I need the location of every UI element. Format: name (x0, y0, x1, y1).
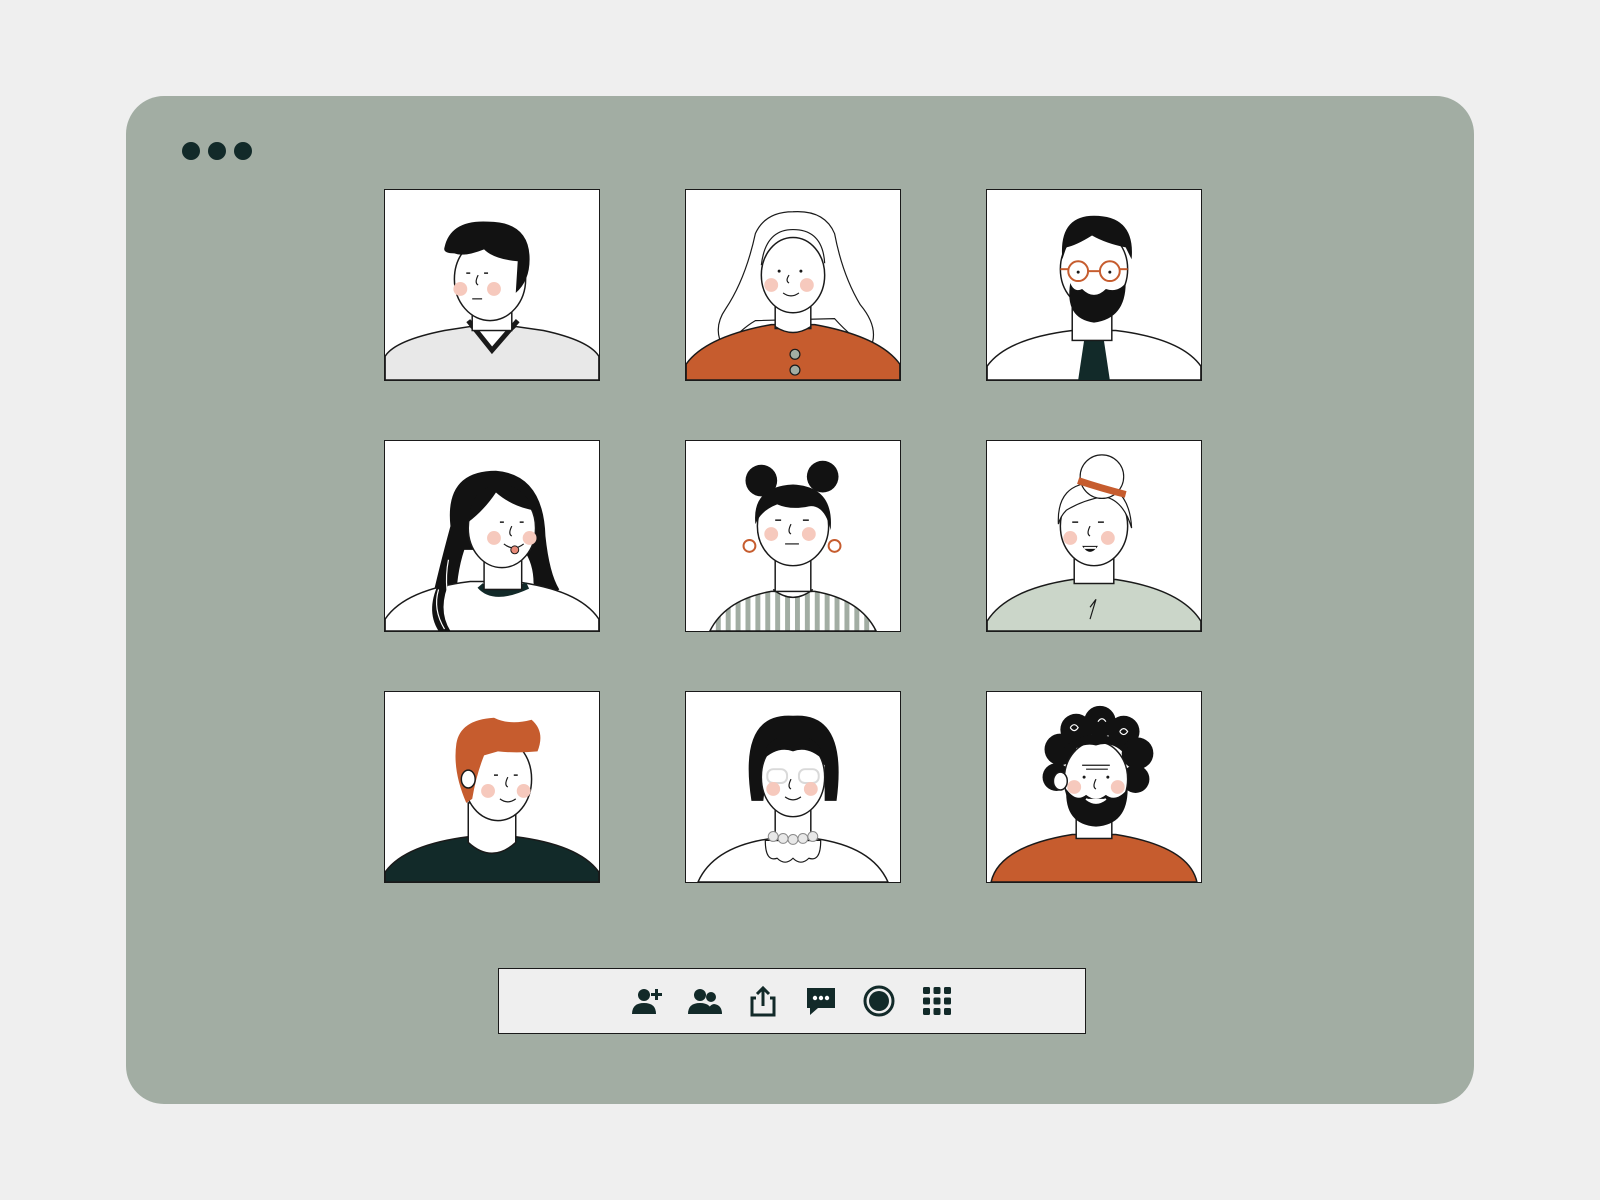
meeting-toolbar (498, 968, 1086, 1034)
avatar (385, 470, 599, 631)
apps-button[interactable] (919, 983, 955, 1019)
add-person-icon (632, 989, 662, 1014)
participants-icon (688, 989, 722, 1014)
participant-tile[interactable] (986, 691, 1202, 883)
participants-grid (384, 189, 1220, 901)
participant-tile[interactable] (384, 691, 600, 883)
share-button[interactable] (745, 983, 781, 1019)
chat-button[interactable] (803, 983, 839, 1019)
avatar (385, 717, 599, 882)
avatar (987, 215, 1201, 380)
participant-tile[interactable] (986, 440, 1202, 632)
add-person-button[interactable] (629, 983, 665, 1019)
share-icon (750, 985, 776, 1017)
meeting-window (126, 96, 1474, 1104)
record-button[interactable] (861, 983, 897, 1019)
participants-button[interactable] (687, 983, 723, 1019)
window-controls (182, 142, 252, 160)
participant-tile[interactable] (986, 189, 1202, 381)
avatar (709, 460, 877, 631)
avatar (987, 454, 1201, 631)
avatar (990, 705, 1198, 882)
apps-grid-icon (923, 987, 951, 1015)
participant-tile[interactable] (685, 691, 901, 883)
window-control-dot[interactable] (234, 142, 252, 160)
participant-tile[interactable] (685, 440, 901, 632)
participant-tile[interactable] (384, 440, 600, 632)
window-control-dot[interactable] (182, 142, 200, 160)
chat-icon (807, 988, 835, 1015)
record-icon (863, 985, 895, 1017)
window-control-dot[interactable] (208, 142, 226, 160)
avatar (697, 715, 889, 882)
participant-tile[interactable] (685, 189, 901, 381)
avatar (686, 211, 900, 380)
participant-tile[interactable] (384, 189, 600, 381)
avatar (385, 221, 599, 380)
